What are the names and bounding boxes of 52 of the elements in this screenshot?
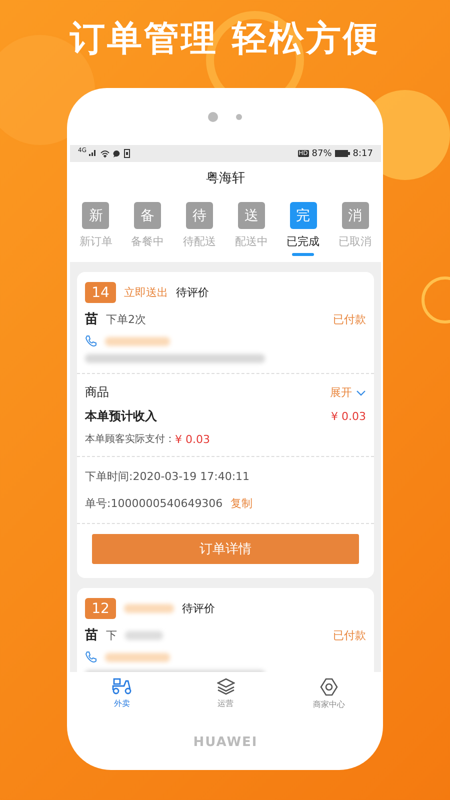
redacted-phone (105, 652, 170, 662)
status-tab[interactable]: 消 已取消 (329, 194, 381, 262)
expand-button[interactable]: 展开 (330, 385, 366, 400)
order-id: 单号:1000000540649306 (85, 496, 223, 511)
camera-dot (208, 112, 218, 122)
status-tab[interactable]: 待 待配送 (174, 194, 226, 262)
order-detail-button[interactable]: 订单详情 (92, 534, 359, 564)
copy-link[interactable]: 复制 (230, 496, 253, 511)
scooter-icon (112, 678, 132, 695)
paid-amount: ¥ 0.03 (175, 432, 210, 446)
message-icon (113, 150, 122, 158)
redacted-phone (105, 336, 170, 346)
battery-icon (334, 150, 350, 157)
order-count: 下单2次 (106, 312, 146, 326)
order-status: 待评价 (176, 285, 209, 300)
phone-icon (85, 651, 97, 663)
sim-icon (124, 149, 130, 158)
wifi-icon (100, 150, 110, 158)
store-title: 粤海轩 (206, 170, 245, 187)
clock: 8:17 (352, 148, 373, 158)
redacted-text (125, 630, 163, 640)
redacted-text (124, 604, 174, 613)
nav-tab[interactable]: 外卖 (70, 672, 174, 715)
order-count: 下 (106, 628, 117, 642)
headline: 订单管理 轻松方便 (70, 18, 380, 60)
brand-label: HUAWEI (193, 735, 258, 750)
settings-icon (320, 678, 338, 696)
customer-name: 苗 (85, 627, 98, 644)
chevron-down-icon (356, 390, 366, 396)
delivery-type: 立即送出 (124, 285, 168, 300)
status-tab[interactable]: 完 已完成 (277, 194, 330, 262)
layers-icon (216, 678, 234, 695)
battery-percent: 87% (312, 148, 332, 158)
status-tab[interactable]: 送 配送中 (225, 194, 278, 262)
income-label: 本单预计收入 (85, 408, 157, 425)
paid-label: 本单顾客实际支付： (85, 432, 175, 446)
order-number: 14 (85, 282, 116, 303)
payment-status: 已付款 (333, 312, 366, 326)
order-number: 12 (85, 598, 116, 619)
phone-icon (85, 335, 97, 347)
signal-icon (89, 150, 98, 157)
sensor-dot (236, 114, 242, 120)
nav-tab[interactable]: 商家中心 (277, 672, 381, 715)
order-status: 待评价 (182, 601, 215, 616)
customer-name: 苗 (85, 311, 98, 328)
goods-label: 商品 (85, 384, 109, 401)
payment-status: 已付款 (333, 628, 366, 642)
nav-tab[interactable]: 运营 (174, 672, 278, 715)
income-amount: ¥ 0.03 (331, 410, 366, 423)
status-tab[interactable]: 备 备餐中 (122, 194, 174, 262)
order-time: 下单时间:2020-03-19 17:40:11 (85, 469, 250, 484)
status-tab[interactable]: 新 新订单 (70, 194, 122, 262)
